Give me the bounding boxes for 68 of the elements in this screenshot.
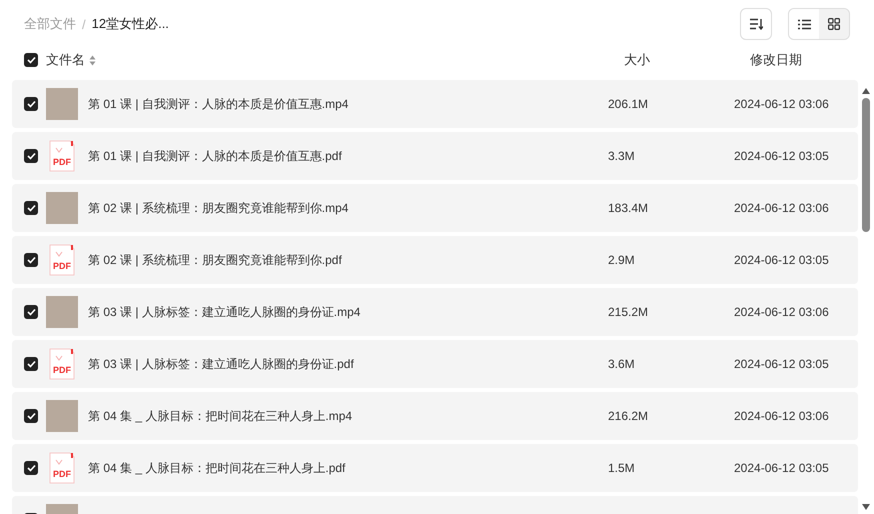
file-row[interactable]: 第 01 课 | 自我测评：人脉的本质是价值互惠.mp4 206.1M 2024-06-12 03:06: [12, 80, 858, 128]
scrollbar-thumb[interactable]: [862, 98, 870, 232]
select-all-checkbox[interactable]: [24, 53, 38, 67]
modified-date: 2024-06-12 03:06: [734, 305, 830, 319]
file-checkbox[interactable]: [24, 357, 38, 371]
file-size: 3.3M: [608, 149, 636, 163]
modified-date: 2024-06-12 03:05: [734, 461, 830, 475]
file-row[interactable]: 第 02 课 | 系统梳理：朋友圈究竟谁能帮到你.mp4 183.4M 2024-06-12 03:06: [12, 184, 858, 232]
file-size: 215.2M: [608, 305, 650, 319]
file-checkbox[interactable]: [24, 149, 38, 163]
checkmark-icon: [26, 204, 36, 212]
column-header[interactable]: 文件名: [46, 51, 85, 69]
breadcrumb-item: 12堂女性必...: [92, 15, 169, 33]
file-size: 1.5M: [608, 461, 636, 475]
checkmark-icon: [26, 464, 36, 472]
list-view-button[interactable]: [789, 9, 819, 39]
breadcrumb-separator: /: [82, 16, 86, 32]
file-checkbox[interactable]: [24, 305, 38, 319]
modified-date: 2024-06-12 03:05: [734, 253, 830, 267]
checkmark-icon: [26, 100, 36, 108]
file-name: 第 02 课 | 系统梳理：朋友圈究竟谁能帮到你.pdf: [88, 252, 342, 268]
video-thumbnail: [46, 88, 78, 120]
sort-arrows-icon[interactable]: [89, 54, 96, 66]
modified-date: 2024-06-12 03:06: [734, 201, 830, 215]
file-checkbox[interactable]: [24, 97, 38, 111]
video-thumbnail: [46, 192, 78, 224]
file-row[interactable]: PDF 第 01 课 | 自我测评：人脉的本质是价值互惠.pdf 3.3M 2024-06-12 03:05: [12, 132, 858, 180]
file-row[interactable]: 第 03 课 | 人脉标签：建立通吃人脉圈的身份证.mp4 215.2M 2024-06-12 03:06: [12, 288, 858, 336]
file-size: 206.1M: [608, 97, 650, 111]
video-thumbnail: [46, 296, 78, 328]
grid-icon: [828, 18, 840, 30]
file-size: 3.6M: [608, 357, 636, 371]
scroll-down-icon[interactable]: [862, 504, 870, 510]
checkmark-icon: [26, 412, 36, 420]
file-size: 183.4M: [608, 201, 650, 215]
file-row[interactable]: PDF 第 02 课 | 系统梳理：朋友圈究竟谁能帮到你.pdf 2.9M 2024-06-12 03:05: [12, 236, 858, 284]
column-header: 修改日期: [750, 51, 803, 69]
scroll-up-icon[interactable]: [862, 88, 870, 94]
file-name: 第 03 课 | 人脉标签：建立通吃人脉圈的身份证.pdf: [88, 356, 354, 372]
checkmark-icon: [26, 360, 36, 368]
checkmark-icon: [26, 308, 36, 316]
file-checkbox[interactable]: [24, 461, 38, 475]
file-name: 第 01 课 | 自我测评：人脉的本质是价值互惠.mp4: [88, 96, 348, 112]
modified-date: 2024-06-12 03:06: [734, 409, 830, 423]
list-icon: [798, 18, 810, 30]
file-checkbox[interactable]: [24, 253, 38, 267]
sort-button[interactable]: [740, 8, 772, 40]
file-row[interactable]: 第 04 集 _ 人脉目标：把时间花在三种人身上.mp4 216.2M 2024-06-12 03:06: [12, 392, 858, 440]
checkmark-icon: [26, 152, 36, 160]
file-row[interactable]: PDF 第 04 集 _ 人脉目标：把时间花在三种人身上.pdf 1.5M 2024-06-12 03:05: [12, 444, 858, 492]
file-name: 第 03 课 | 人脉标签：建立通吃人脉圈的身份证.mp4: [88, 304, 360, 320]
modified-date: 2024-06-12 03:06: [734, 97, 830, 111]
file-checkbox[interactable]: [24, 201, 38, 215]
file-size: 216.2M: [608, 409, 650, 423]
checkmark-icon: [26, 256, 36, 264]
file-checkbox[interactable]: [24, 409, 38, 423]
file-name: 第 04 集 _ 人脉目标：把时间花在三种人身上.pdf: [88, 460, 346, 476]
file-size: 2.9M: [608, 253, 636, 267]
sort-icon: [749, 18, 763, 30]
checkmark-icon: [26, 56, 36, 64]
video-thumbnail: [46, 400, 78, 432]
file-name: 第 02 课 | 系统梳理：朋友圈究竟谁能帮到你.mp4: [88, 200, 348, 216]
file-name: 第 01 课 | 自我测评：人脉的本质是价值互惠.pdf: [88, 148, 342, 164]
modified-date: 2024-06-12 03:05: [734, 357, 830, 371]
column-header: 大小: [624, 51, 651, 69]
modified-date: 2024-06-12 03:05: [734, 149, 830, 163]
file-row[interactable]: PDF 第 03 课 | 人脉标签：建立通吃人脉圈的身份证.pdf 3.6M 2024-06-12 03:05: [12, 340, 858, 388]
file-name: 第 04 集 _ 人脉目标：把时间花在三种人身上.mp4: [88, 408, 352, 424]
